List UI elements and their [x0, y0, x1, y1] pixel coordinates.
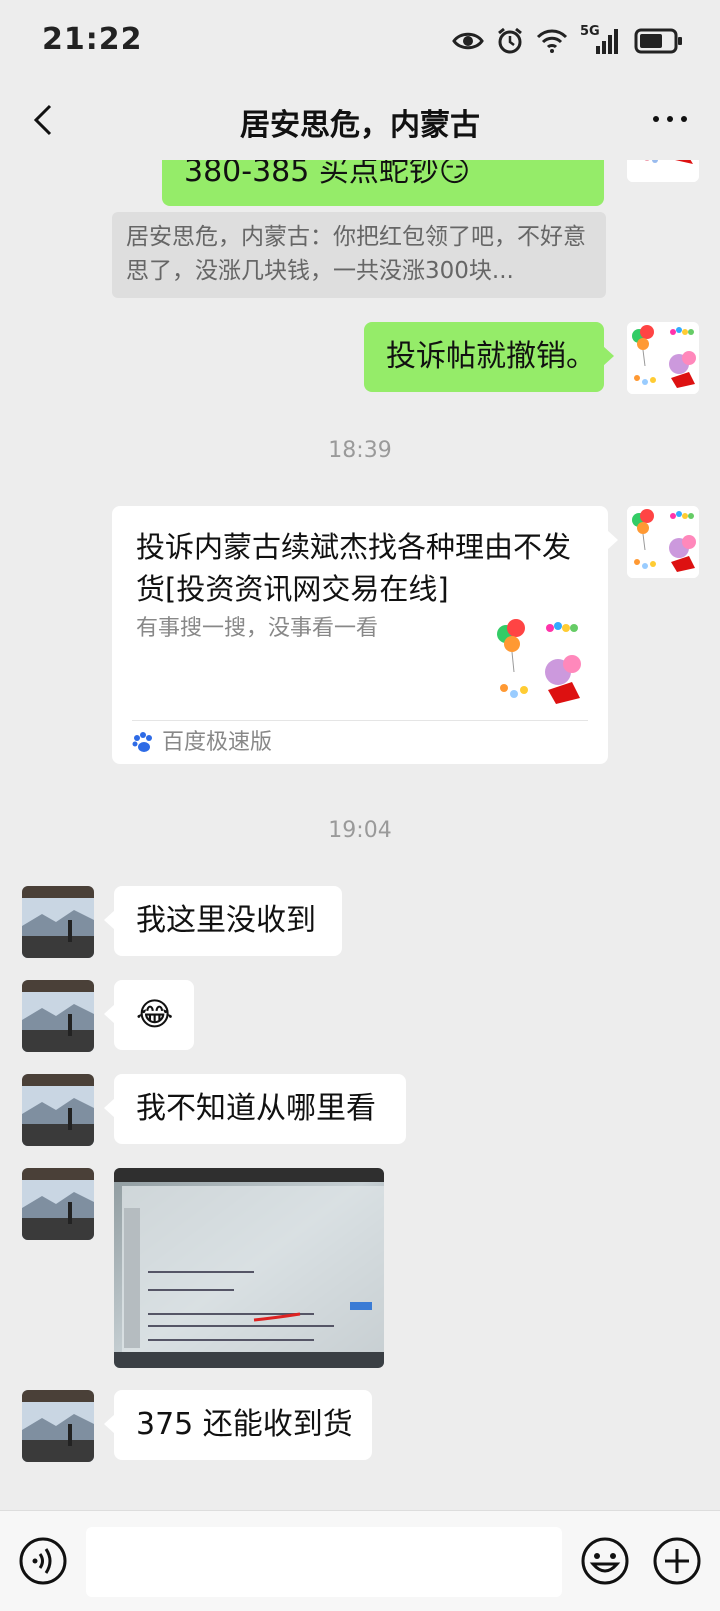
- message-bubble-incoming[interactable]: 我不知道从哪里看: [104, 1074, 406, 1144]
- chat-area[interactable]: 380-385 买点蛇钞😏 居安思危，内蒙古：你把红包领了吧，不好意思了，没涨几…: [0, 160, 720, 1510]
- balloon-avatar-icon: [627, 322, 699, 394]
- status-bar: 21:22 5G: [0, 0, 720, 84]
- message-text: 投诉帖就撤销。: [386, 339, 596, 374]
- avatar[interactable]: [627, 160, 699, 182]
- message-input[interactable]: [86, 1527, 562, 1597]
- landscape-avatar-icon: [22, 980, 94, 1052]
- chat-title: 居安思危，内蒙古: [240, 108, 480, 143]
- avatar[interactable]: [22, 1074, 94, 1146]
- status-icons: 5G: [452, 24, 684, 56]
- image-message[interactable]: [114, 1168, 384, 1368]
- landscape-avatar-icon: [22, 1074, 94, 1146]
- link-card-divider: [132, 720, 588, 721]
- message-text: 375 还能收到货: [136, 1407, 353, 1442]
- avatar[interactable]: [627, 506, 699, 578]
- link-card-description: 有事搜一搜，没事看一看: [136, 616, 379, 641]
- link-card-source: 百度极速版: [162, 730, 273, 755]
- link-card-thumbnail: [492, 616, 586, 710]
- input-bar: [0, 1510, 720, 1611]
- emoji-icon[interactable]: [580, 1536, 630, 1586]
- chat-header: 居安思危，内蒙古: [0, 84, 720, 160]
- message-bubble-incoming[interactable]: 375 还能收到货: [104, 1390, 372, 1460]
- signal-icon: 5G: [580, 24, 622, 56]
- quoted-message[interactable]: 居安思危，内蒙古：你把红包领了吧，不好意思了，没涨几块钱，一共没涨300块...: [112, 212, 606, 298]
- avatar[interactable]: [22, 980, 94, 1052]
- chat-timestamp: 19:04: [328, 818, 392, 843]
- landscape-avatar-icon: [22, 1168, 94, 1240]
- landscape-avatar-icon: [22, 1390, 94, 1462]
- link-card-title: 投诉内蒙古续斌杰找各种理由不发货[投资资讯网交易在线]: [136, 530, 572, 606]
- message-bubble-outgoing[interactable]: 380-385 买点蛇钞😏: [162, 160, 604, 206]
- quoted-text: 居安思危，内蒙古：你把红包领了吧，不好意思了，没涨几块钱，一共没涨300块...: [126, 224, 586, 284]
- plus-icon[interactable]: [652, 1536, 702, 1586]
- status-time: 21:22: [42, 22, 143, 57]
- balloon-avatar-icon: [627, 160, 699, 182]
- battery-icon: [634, 28, 682, 54]
- avatar[interactable]: [627, 322, 699, 394]
- message-emoji: 😂: [136, 995, 174, 1033]
- avatar[interactable]: [22, 886, 94, 958]
- baidu-paw-icon: [132, 732, 152, 752]
- avatar[interactable]: [22, 1168, 94, 1240]
- avatar[interactable]: [22, 1390, 94, 1462]
- message-text: 380-385 买点蛇钞😏: [184, 160, 471, 189]
- alarm-icon: [498, 27, 522, 54]
- landscape-avatar-icon: [22, 886, 94, 958]
- message-text: 我不知道从哪里看: [136, 1091, 376, 1126]
- wifi-icon: [536, 29, 568, 53]
- message-bubble-incoming[interactable]: 我这里没收到: [104, 886, 342, 956]
- screen-photo-icon: [114, 1168, 384, 1368]
- message-bubble-incoming[interactable]: 😂: [104, 980, 194, 1050]
- link-card[interactable]: 投诉内蒙古续斌杰找各种理由不发货[投资资讯网交易在线] 有事搜一搜，没事看一看 …: [112, 506, 618, 764]
- balloon-avatar-icon: [627, 506, 699, 578]
- more-dots-icon[interactable]: [650, 104, 690, 134]
- balloon-thumbnail-icon: [497, 619, 581, 704]
- chat-timestamp: 18:39: [328, 438, 392, 463]
- message-bubble-outgoing[interactable]: 投诉帖就撤销。: [364, 322, 614, 392]
- message-text: 我这里没收到: [136, 903, 316, 938]
- voice-icon[interactable]: [18, 1536, 68, 1586]
- eye-icon: [452, 32, 484, 50]
